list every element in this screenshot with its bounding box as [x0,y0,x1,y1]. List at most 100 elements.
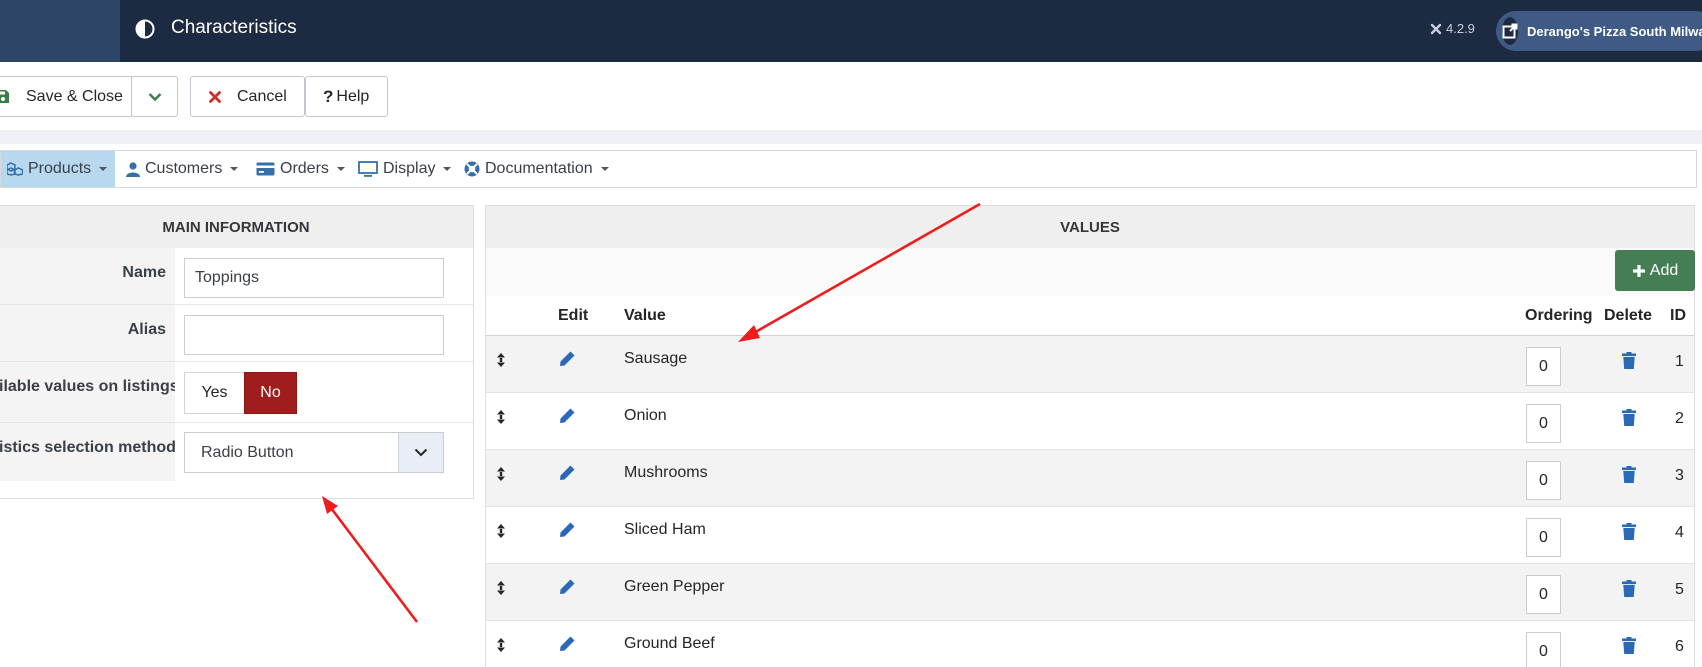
selection-method-label: istics selection method [0,423,175,481]
value-name: Ground Beef [624,635,715,652]
listings-no-option[interactable]: No [244,372,297,414]
external-link-icon [1502,17,1518,45]
value-id: 3 [1675,467,1684,484]
trash-icon[interactable] [1622,580,1636,602]
main-information-heading: MAIN INFORMATION [0,206,473,248]
chevron-down-icon [398,433,443,472]
value-name: Green Pepper [624,578,725,595]
value-id: 1 [1675,353,1684,370]
pencil-icon[interactable] [559,407,576,429]
cancel-label: Cancel [237,87,287,105]
trash-icon[interactable] [1622,523,1636,545]
ordering-input[interactable] [1526,632,1561,667]
plus-icon [1632,264,1645,277]
table-row: Green Pepper 5 [486,564,1694,621]
help-label: Help [336,87,370,105]
table-row: Mushrooms 3 [486,450,1694,507]
sort-icon[interactable] [497,581,505,600]
trash-icon[interactable] [1622,637,1636,659]
help-button[interactable]: ? Help [305,76,388,117]
question-icon: ? [323,86,334,106]
pencil-icon[interactable] [559,350,576,372]
trash-icon[interactable] [1622,466,1636,488]
name-label: Name [0,248,175,304]
values-heading: VALUES [486,206,1694,248]
lifebuoy-icon [464,161,480,177]
view-site-button[interactable]: Derango's Pizza South Milwau... [1496,11,1702,51]
selection-method-select[interactable]: Radio Button [184,432,444,473]
table-row: Sausage 1 [486,336,1694,393]
menu-toggle-area[interactable] [0,0,120,62]
values-toolbar [486,248,1694,296]
column-delete: Delete [1604,307,1653,324]
value-name: Sliced Ham [624,521,706,538]
sort-icon[interactable] [497,467,505,486]
user-icon [126,161,140,177]
alias-input[interactable] [184,315,444,355]
component-menu: Products Customers Orders Display Docume… [0,150,1697,188]
ordering-input[interactable] [1526,347,1561,386]
version-info: 4.2.9 [1430,21,1475,36]
trash-icon[interactable] [1622,409,1636,431]
nav-orders[interactable]: Orders [256,151,345,187]
name-input[interactable] [184,258,444,298]
pencil-icon[interactable] [559,521,576,543]
cancel-button[interactable]: Cancel [190,76,305,117]
top-bar: Characteristics 4.2.9 Derango's Pizza So… [0,0,1702,62]
value-id: 5 [1675,581,1684,598]
sort-icon[interactable] [497,353,505,372]
site-name: Derango's Pizza South Milwau... [1527,23,1702,39]
nav-products[interactable]: Products [1,151,115,187]
nav-documentation[interactable]: Documentation [464,151,609,187]
nav-display-label: Display [383,160,436,177]
nav-orders-label: Orders [280,160,329,177]
version-number: 4.2.9 [1446,21,1475,36]
page-title: Characteristics [171,17,297,38]
save-close-label: Save & Close [26,87,123,105]
nav-customers[interactable]: Customers [126,151,239,187]
main-information-panel: MAIN INFORMATION Name Alias ilable value… [0,205,474,499]
monitor-icon [358,161,378,177]
pencil-icon[interactable] [559,635,576,657]
value-name: Onion [624,407,667,424]
caret-down-icon [600,167,609,171]
trash-icon[interactable] [1622,352,1636,374]
alias-label: Alias [0,305,175,361]
listings-label: ilable values on listings [0,362,175,422]
sort-icon[interactable] [497,410,505,429]
nav-documentation-label: Documentation [485,160,593,177]
ordering-input[interactable] [1526,461,1561,500]
value-name: Mushrooms [624,464,708,481]
save-options-dropdown[interactable] [131,76,178,117]
values-panel: VALUES Add Edit Value Ordering Delete ID… [485,205,1695,667]
sort-icon[interactable] [497,638,505,657]
toolbar-divider [0,130,1702,144]
chevron-down-icon [148,92,161,101]
sort-icon[interactable] [497,524,505,543]
value-id: 2 [1675,410,1684,427]
table-row: Sliced Ham 4 [486,507,1694,564]
save-close-button[interactable]: Save & Close [0,76,132,117]
values-table-header: Edit Value Ordering Delete ID [486,296,1694,336]
add-value-label: Add [1649,261,1679,279]
half-circle-icon [135,19,155,39]
ordering-input[interactable] [1526,575,1561,614]
nav-products-label: Products [28,160,92,177]
add-value-button[interactable]: Add [1615,250,1695,291]
close-icon [209,90,221,103]
caret-down-icon [336,167,345,171]
pencil-icon[interactable] [559,464,576,486]
save-icon [0,90,9,103]
ordering-input[interactable] [1526,518,1561,557]
table-row: Ground Beef 6 [486,621,1694,667]
joomla-icon [1430,23,1442,34]
listings-yes-option[interactable]: Yes [184,372,244,414]
pencil-icon[interactable] [559,578,576,600]
nav-display[interactable]: Display [358,151,452,187]
credit-card-icon [256,162,275,176]
value-id: 4 [1675,524,1684,541]
column-value: Value [624,307,666,324]
column-id: ID [1670,307,1686,324]
ordering-input[interactable] [1526,404,1561,443]
caret-down-icon [443,167,452,171]
